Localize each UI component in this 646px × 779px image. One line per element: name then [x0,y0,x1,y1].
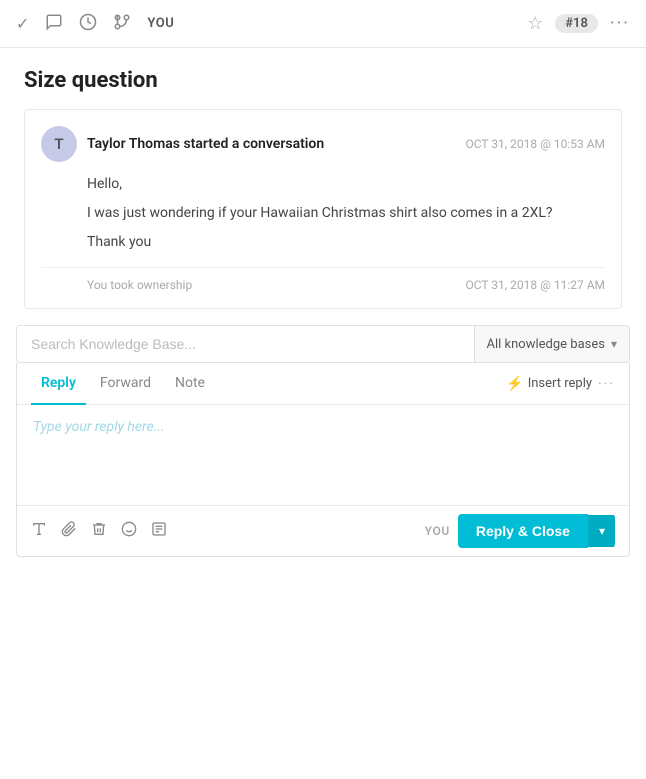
ticket-badge[interactable]: #18 [555,14,598,33]
message-header: T Taylor Thomas started a conversation O… [41,126,605,162]
ownership-text: You took ownership [87,278,192,292]
insert-reply-more-icon[interactable]: ··· [598,376,615,392]
ownership-row: You took ownership OCT 31, 2018 @ 11:27 … [41,267,605,292]
attach-icon[interactable] [61,521,77,541]
kb-search-input[interactable] [17,326,474,362]
message-body: Hello, I was just wondering if your Hawa… [41,174,605,253]
message-line-2: I was just wondering if your Hawaiian Ch… [87,203,605,224]
reply-send-button[interactable]: Reply & Close ▾ [458,514,615,548]
reply-send-dropdown-button[interactable]: ▾ [588,515,615,547]
kb-dropdown-label: All knowledge bases [487,337,605,352]
flash-icon: ⚡ [506,376,523,392]
message-timestamp: OCT 31, 2018 @ 10:53 AM [466,137,606,151]
clock-icon[interactable] [79,13,97,35]
chat-icon[interactable] [45,13,63,35]
conversation-area: T Taylor Thomas started a conversation O… [0,109,646,309]
message-line-3: Thank you [87,232,605,253]
ownership-time: OCT 31, 2018 @ 11:27 AM [466,278,606,292]
avatar: T [41,126,77,162]
author-name: Taylor Thomas started a conversation [87,136,324,152]
page-title: Size question [0,48,646,109]
reply-tabs-right: ⚡ Insert reply ··· [506,376,615,392]
insert-reply-button[interactable]: ⚡ Insert reply [506,376,592,392]
more-options-icon[interactable]: ··· [610,13,630,34]
toolbar-right: ☆ #18 ··· [527,13,630,34]
tab-forward[interactable]: Forward [90,363,161,405]
kb-search-row: All knowledge bases ▾ [16,325,630,363]
toolbar-icons: ✓ YOU [16,13,511,35]
kb-dropdown-arrow: ▾ [611,337,617,351]
delete-icon[interactable] [91,521,107,541]
message-card: T Taylor Thomas started a conversation O… [24,109,622,309]
reply-placeholder: Type your reply here... [33,419,164,435]
emoji-icon[interactable] [121,521,137,541]
reply-close-button[interactable]: Reply & Close [458,514,588,548]
insert-reply-label: Insert reply [528,376,592,391]
tab-note[interactable]: Note [165,363,215,405]
reply-toolbar: YOU Reply & Close ▾ [17,505,629,556]
article-icon[interactable] [151,521,167,541]
you-label: YOU [425,524,450,538]
toolbar-you-label: YOU [147,16,174,31]
message-author-row: T Taylor Thomas started a conversation [41,126,324,162]
reply-editor[interactable]: Type your reply here... [17,405,629,505]
text-format-icon[interactable] [31,521,47,541]
reply-tools-right: YOU Reply & Close ▾ [425,514,615,548]
fork-icon[interactable] [113,13,131,35]
reply-tabs: Reply Forward Note ⚡ Insert reply ··· [17,363,629,405]
check-icon[interactable]: ✓ [16,14,29,33]
reply-tabs-left: Reply Forward Note [31,363,215,404]
message-line-1: Hello, [87,174,605,195]
tab-reply[interactable]: Reply [31,363,86,405]
star-icon[interactable]: ☆ [527,13,543,34]
reply-tools-left [31,521,167,541]
kb-dropdown[interactable]: All knowledge bases ▾ [474,326,630,362]
reply-area: Reply Forward Note ⚡ Insert reply ··· Ty… [16,363,630,557]
top-toolbar: ✓ YOU ☆ #18 ··· [0,0,646,48]
